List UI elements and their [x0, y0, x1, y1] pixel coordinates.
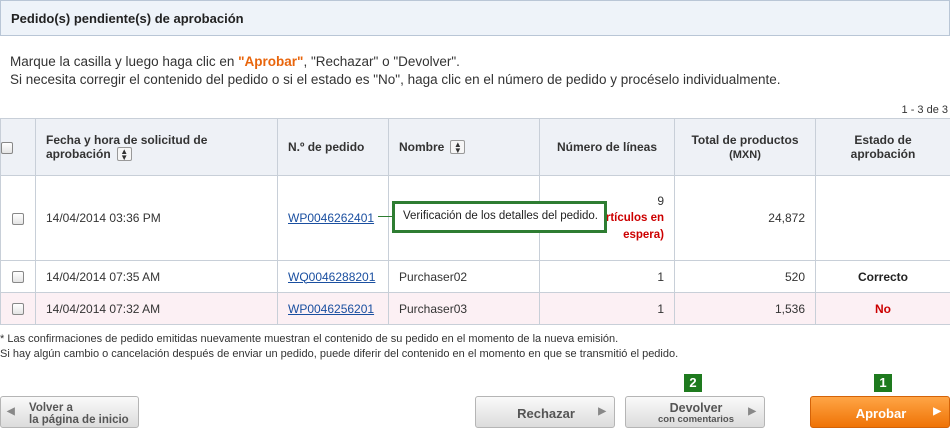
header-name-label: Nombre — [399, 139, 445, 154]
approve-button[interactable]: Aprobar ▶ — [810, 396, 950, 428]
row-checkbox[interactable] — [12, 271, 24, 284]
table-row: 14/04/2014 07:35 AM WQ0046288201 Purchas… — [0, 260, 950, 293]
table-header-row: Fecha y hora de solicitud de aprobación ▲… — [0, 118, 950, 176]
note-line-1: * Las confirmaciones de pedido emitidas … — [0, 333, 619, 345]
row-order-cell: WP0046256201 — [277, 292, 389, 325]
row-select-cell — [0, 175, 36, 261]
header-total-currency: (MXN) — [729, 149, 761, 161]
approve-label: Aprobar — [855, 406, 907, 421]
back-to-home-button[interactable]: ◀ Volver a la página de inicio — [0, 396, 139, 428]
reject-button[interactable]: Rechazar ▶ — [475, 396, 615, 428]
back-label: Volver a la página de inicio — [29, 402, 129, 426]
row-order-cell: WQ0046288201 — [277, 260, 389, 293]
table-row: 14/04/2014 07:32 AM WP0046256201 Purchas… — [0, 292, 950, 325]
row-total: 1,536 — [674, 292, 816, 325]
row-status: No — [815, 292, 950, 325]
panel-header: Pedido(s) pendiente(s) de aprobación — [0, 0, 950, 36]
row-date: 14/04/2014 03:36 PM — [35, 175, 278, 261]
header-status-label-2: aprobación — [850, 147, 916, 161]
row-name: Purchaser02 — [388, 260, 540, 293]
return-label: Devolver con comentarios — [626, 402, 766, 426]
header-total-label: Total de productos — [691, 133, 799, 147]
step-badge-1: 1 — [874, 374, 892, 392]
row-total: 520 — [674, 260, 816, 293]
row-lines: 1 — [539, 260, 675, 293]
row-date: 14/04/2014 07:35 AM — [35, 260, 278, 293]
return-label-sub: con comentarios — [657, 414, 735, 425]
row-date: 14/04/2014 07:32 AM — [35, 292, 278, 325]
instruction-text: Marque la casilla y luego haga clic en — [10, 54, 239, 69]
row-lines: 1 — [539, 292, 675, 325]
return-button[interactable]: Devolver con comentarios ▶ — [625, 396, 765, 428]
header-status-label: Estado de — [854, 133, 912, 147]
instruction-line-2: Si necesita corregir el contenido del pe… — [10, 72, 781, 87]
note-line-2: Si hay algún cambio o cancelación despué… — [0, 348, 679, 360]
chevron-right-icon: ▶ — [748, 406, 756, 417]
header-name: Nombre ▲ ▼ — [388, 118, 540, 176]
sort-name-icon[interactable]: ▲ ▼ — [450, 140, 466, 155]
instruction-highlight: "Aprobar" — [238, 54, 304, 69]
row-order-cell: WP0046262401 — [277, 175, 389, 261]
header-request-date-label-2: aprobación — [46, 146, 111, 161]
row-lines-count: 9 — [657, 194, 664, 208]
page-title: Pedido(s) pendiente(s) de aprobación — [11, 11, 244, 26]
select-all-checkbox[interactable] — [1, 141, 13, 154]
instruction-text-end: , "Rechazar" o "Devolver". — [303, 54, 460, 69]
row-checkbox[interactable] — [12, 212, 24, 225]
tooltip-connector — [378, 216, 392, 217]
row-status — [815, 175, 950, 261]
header-request-date: Fecha y hora de solicitud de aprobación ▲… — [35, 118, 278, 176]
select-all-cell — [0, 118, 36, 176]
row-checkbox[interactable] — [12, 303, 24, 316]
row-total: 24,872 — [674, 175, 816, 261]
order-link[interactable]: WQ0046288201 — [288, 270, 375, 284]
row-select-cell — [0, 292, 36, 325]
chevron-left-icon: ◀ — [7, 406, 15, 417]
header-order-no: N.º de pedido — [277, 118, 389, 176]
step-badge-2: 2 — [684, 374, 702, 392]
row-lines-note-2: espera) — [623, 229, 664, 241]
order-link[interactable]: WP0046262401 — [288, 211, 374, 225]
order-detail-tooltip: Verificación de los detalles del pedido. — [392, 201, 607, 233]
back-label-2: la página de inicio — [29, 414, 129, 426]
reject-label: Rechazar — [517, 406, 575, 421]
header-status: Estado de aprobación — [815, 118, 950, 176]
result-count: 1 - 3 de 3 — [901, 104, 948, 116]
chevron-right-icon: ▶ — [598, 406, 606, 417]
back-label-1: Volver a — [29, 402, 73, 414]
header-lines: Número de líneas — [539, 118, 675, 176]
header-request-date-label: Fecha y hora de solicitud de — [46, 132, 208, 147]
row-name: Purchaser03 — [388, 292, 540, 325]
header-total: Total de productos (MXN) — [674, 118, 816, 176]
row-status: Correcto — [815, 260, 950, 293]
order-link[interactable]: WP0046256201 — [288, 302, 374, 316]
instruction-line-1: Marque la casilla y luego haga clic en "… — [10, 54, 460, 69]
return-label-main: Devolver — [669, 401, 723, 415]
row-select-cell — [0, 260, 36, 293]
chevron-right-icon: ▶ — [933, 406, 941, 417]
sort-date-icon[interactable]: ▲ ▼ — [116, 147, 132, 162]
